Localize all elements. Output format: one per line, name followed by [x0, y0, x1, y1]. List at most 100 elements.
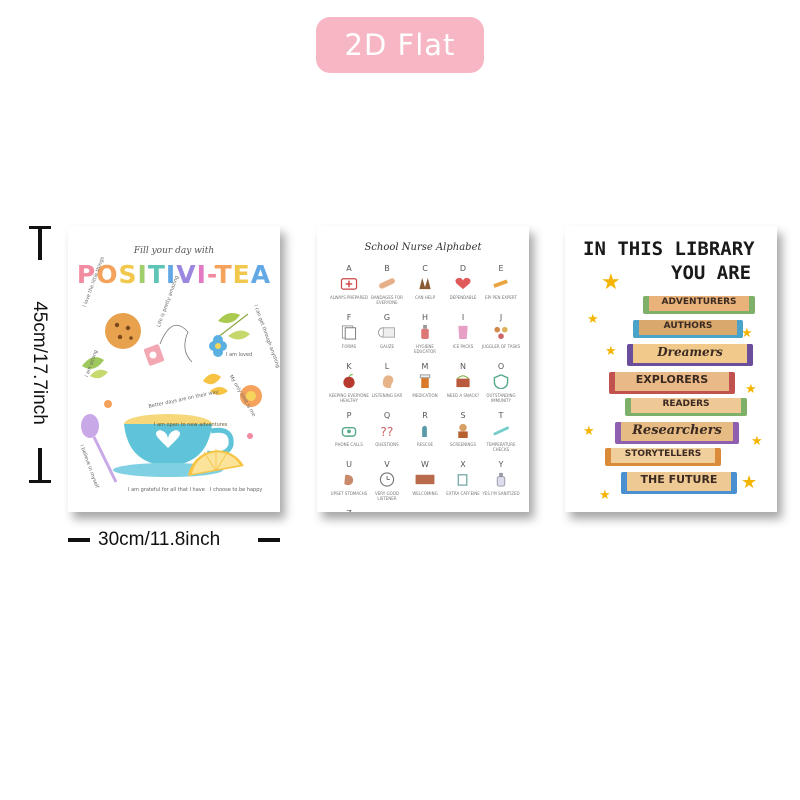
alphabet-cell-x: X EXTRA CAFFEINE — [445, 460, 481, 512]
book-label: Researchers — [632, 423, 722, 438]
alphabet-cell-i: I ICE PACKS — [445, 313, 481, 369]
alphabet-letter: N — [460, 362, 466, 371]
quote: I am grateful for all that I have — [128, 487, 205, 493]
alphabet-letter: R — [422, 411, 428, 420]
hands-icon — [419, 277, 431, 290]
alphabet-word: ALWAYS PREPARED — [329, 295, 368, 300]
width-arrow-right — [258, 538, 280, 542]
alphabet-word: SCREENINGS — [450, 442, 476, 447]
alphabet-cell-l: L LISTENING EAR — [369, 362, 405, 418]
alphabet-word: EPI PEN EXPERT — [485, 295, 517, 300]
quote: I am loved — [226, 352, 253, 358]
alphabet-cell-z: ZZILLIONS TO DO — [331, 509, 367, 512]
alphabet-cell-v: V VERY GOOD LISTENER — [369, 460, 405, 512]
alphabet-cell-g: G GAUZE — [369, 313, 405, 369]
alphabet-word: ICE PACKS — [452, 344, 474, 349]
bandage-icon — [379, 278, 395, 289]
star-icon: ★ — [587, 312, 599, 327]
poster2-title: School Nurse Alphabet — [364, 242, 482, 253]
thermometer-icon — [493, 426, 510, 436]
book-storytellers: STORYTELLERS — [605, 448, 721, 466]
alphabet-word: QUESTIONS — [375, 442, 399, 447]
ear-icon — [382, 375, 394, 389]
alphabet-letter: Y — [498, 460, 504, 469]
alphabet-word: CAN HELP — [415, 295, 435, 300]
alphabet-word: GAUZE — [380, 344, 394, 349]
book-readers: READERS — [625, 398, 747, 416]
alphabet-letter: D — [459, 264, 467, 273]
book-label: ADVENTURERS — [661, 297, 737, 307]
alphabet-word: DEPENDABLE — [449, 295, 477, 300]
alphabet-cell-k: K KEEPING EVERYONE HEALTHY — [329, 362, 369, 418]
alphabet-letter: X — [460, 460, 466, 469]
alphabet-word: PHONE CALLS — [335, 442, 363, 447]
height-label: 45cm/17.7inch — [29, 301, 50, 425]
alphabet-cell-t: T TEMPERATURE CHECKS — [483, 411, 519, 467]
alphabet-cell-j: J JUGGLER OF TASKS — [481, 313, 521, 369]
alphabet-letter: P — [346, 411, 352, 420]
quote: I choose to be happy — [210, 487, 263, 493]
question-icon: ?? — [380, 425, 393, 438]
quote: I am open to new adventures — [154, 422, 228, 428]
book-dreamers: Dreamers — [627, 344, 753, 366]
alphabet-letter: G — [383, 313, 391, 322]
book-authors: AUTHORS — [633, 320, 743, 338]
alphabet-word: UPSET STOMACHS — [330, 491, 368, 496]
height-bottom-tick — [29, 480, 51, 483]
alphabet-letter: O — [497, 362, 505, 371]
height-arrow-top — [38, 228, 42, 260]
alphabet-cell-n: N NEED A SNACK? — [445, 362, 481, 418]
alphabet-cell-r: R RESCUE — [407, 411, 443, 467]
alphabet-letter: S — [460, 411, 466, 420]
apple-icon — [343, 374, 355, 389]
book-the-future: THE FUTURE — [621, 472, 737, 494]
book-label: READERS — [662, 399, 710, 409]
book-label: THE FUTURE — [640, 473, 718, 486]
alphabet-word: WELCOMING — [412, 491, 438, 496]
star-icon: ★ — [751, 434, 763, 449]
leaf-icon — [218, 313, 240, 323]
alphabet-word: OUTSTANDING IMMUNITY — [486, 393, 516, 403]
alphabet-letter: Q — [383, 411, 391, 420]
poster3-title-line1: IN THIS LIBRARY — [583, 238, 755, 260]
alphabet-letter: V — [384, 460, 390, 469]
clock-icon — [379, 472, 395, 487]
star-icon: ★ — [599, 488, 611, 503]
width-arrow-left — [68, 538, 90, 542]
book-researchers: Researchers — [615, 422, 739, 444]
glove-icon — [422, 425, 427, 438]
cookie-icon — [105, 313, 141, 349]
star-icon: ★ — [601, 270, 621, 295]
alphabet-letter: L — [384, 362, 390, 371]
poster-positivi-tea: Fill your day with POSITIVI-TEA I love t… — [68, 226, 280, 512]
poster3-title-line2: YOU ARE — [671, 262, 752, 284]
first-aid-kit-icon — [340, 278, 358, 290]
alphabet-word: NEED A SNACK? — [446, 393, 480, 398]
alphabet-word: FORMS — [341, 344, 357, 349]
alphabet-cell-m: M MEDICATION — [407, 362, 443, 418]
alphabet-letter: K — [346, 362, 352, 371]
alphabet-word: VERY GOOD LISTENER — [375, 491, 399, 501]
alphabet-cell-u: U UPSET STOMACHS — [330, 460, 368, 512]
alphabet-word: KEEPING EVERYONE HEALTHY — [329, 393, 369, 403]
star-icon: ★ — [741, 472, 758, 493]
coffee-cup-icon — [457, 474, 468, 486]
people-icon — [494, 326, 508, 340]
alphabet-letter: A — [346, 264, 352, 273]
book-adventurers: ADVENTURERS — [643, 296, 755, 314]
alphabet-cell-q: Q?? QUESTIONS — [369, 411, 405, 467]
svg-text:??: ?? — [380, 425, 393, 438]
alphabet-letter: B — [384, 264, 390, 273]
alphabet-word: LISTENING EAR — [371, 393, 403, 398]
height-arrow-bottom — [38, 448, 42, 480]
shield-icon — [493, 374, 509, 389]
alphabet-letter: M — [421, 362, 429, 371]
alphabet-cell-c: C CAN HELP — [407, 264, 443, 320]
alphabet-word: JUGGLER OF TASKS — [481, 344, 521, 349]
alphabet-cell-b: B BANDAGES FOR EVERYONE — [369, 264, 405, 320]
alphabet-letter: F — [346, 313, 352, 322]
alphabet-cell-f: F FORMS — [331, 313, 367, 369]
alphabet-cell-e: E EPI PEN EXPERT — [483, 264, 519, 320]
alphabet-letter: J — [499, 313, 503, 322]
alphabet-letter: I — [461, 313, 465, 322]
